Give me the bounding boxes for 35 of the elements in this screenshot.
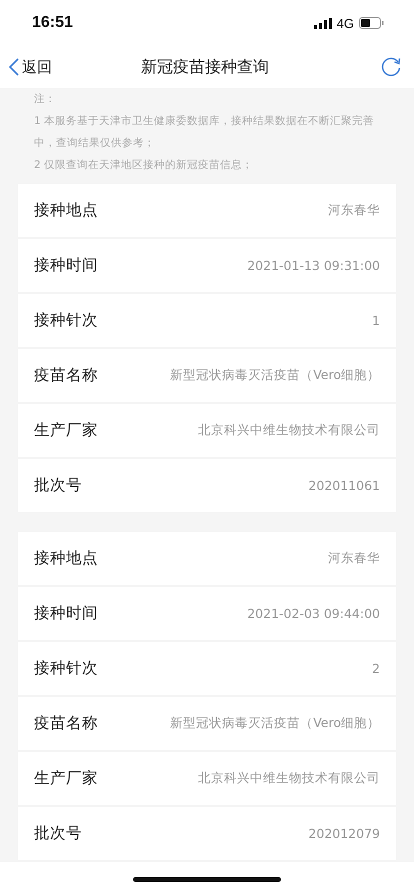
note-text: 注： (34, 92, 57, 107)
field-value: 河东春华 (328, 550, 380, 567)
field-value: 202012079 (308, 826, 380, 841)
battery-icon (359, 17, 384, 29)
field-value: 河东春华 (328, 202, 380, 219)
field-label: 接种时间 (34, 255, 98, 276)
field-label: 生产厂家 (34, 768, 98, 789)
field-label: 生产厂家 (34, 420, 98, 441)
field-value: 202011061 (308, 478, 380, 493)
field-label: 批次号 (34, 475, 82, 496)
page-title: 新冠疫苗接种查询 (140, 56, 270, 78)
note-text: 2 仅限查询在天津地区接种的新冠疫苗信息； (34, 158, 254, 173)
back-button[interactable]: 返回 (8, 57, 98, 77)
field-value: 新型冠状病毒灭活疫苗（Vero细胞） (170, 367, 380, 384)
refresh-icon (380, 56, 402, 78)
field-label: 疫苗名称 (34, 713, 98, 734)
note-text: 1 本服务基于天津市卫生健康委数据库，接种结果数据在不断汇聚完善中，查询结果仅供参考； (34, 114, 376, 151)
network-type: 4G (336, 16, 354, 30)
field-value: 北京科兴中维生物技术有限公司 (198, 422, 380, 439)
field-label: 接种地点 (34, 200, 98, 221)
field-label: 接种针次 (34, 310, 98, 331)
signal-icon (314, 18, 332, 28)
field-label: 疫苗名称 (34, 365, 98, 386)
field-label: 批次号 (34, 823, 82, 844)
status-time: 16:51 (32, 14, 73, 32)
field-label: 接种针次 (34, 658, 98, 679)
field-value: 北京科兴中维生物技术有限公司 (198, 770, 380, 787)
field-label: 接种时间 (34, 603, 98, 624)
field-value: 1 (372, 313, 380, 328)
chevron-left-icon (8, 57, 20, 77)
field-value: 2021-02-03 09:44:00 (247, 606, 380, 621)
field-label: 接种地点 (34, 548, 98, 569)
field-value: 2021-01-13 09:31:00 (247, 258, 380, 273)
field-value: 2 (372, 661, 380, 676)
field-value: 新型冠状病毒灭活疫苗（Vero细胞） (170, 715, 380, 732)
